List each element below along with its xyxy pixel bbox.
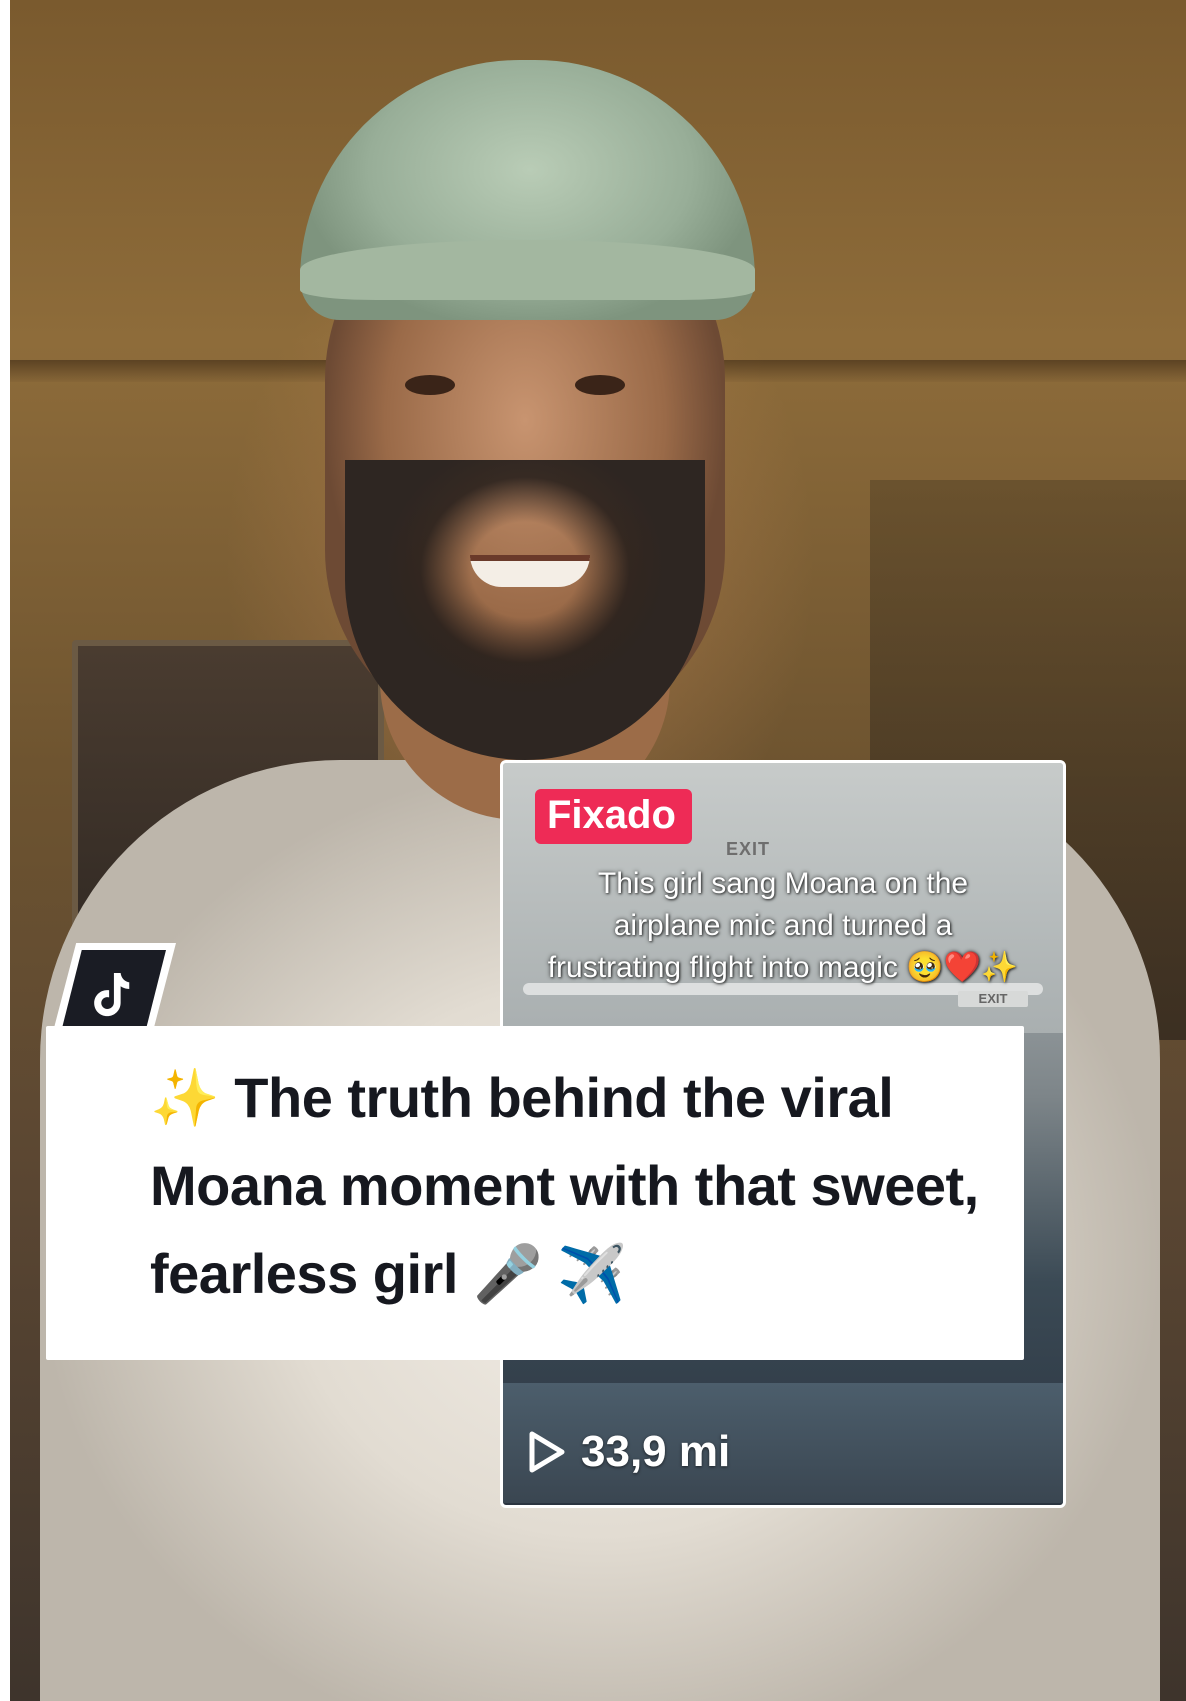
pinned-tag: Fixado — [535, 789, 692, 844]
thumbnail-exit-sign: EXIT — [725, 839, 770, 859]
tiktok-note-glyph — [94, 973, 130, 1017]
left-edge-strip — [0, 0, 10, 1701]
view-count: 33,9 mi — [527, 1427, 730, 1477]
view-count-label: 33,9 mi — [581, 1427, 731, 1476]
video-frame[interactable]: EXIT EXIT Fixado This girl sang Moana on… — [0, 0, 1186, 1701]
caption-text: ✨ The truth behind the viral Moana momen… — [150, 1066, 979, 1305]
person-cap-brim — [300, 240, 755, 300]
thumbnail-caption: This girl sang Moana on the airplane mic… — [547, 867, 1019, 984]
person-mouth — [470, 555, 590, 587]
person-right-eye — [575, 375, 625, 395]
person-left-eye — [405, 375, 455, 395]
play-outline-icon — [529, 1431, 565, 1473]
thumbnail-exit-sign-small: EXIT — [958, 991, 1028, 1007]
